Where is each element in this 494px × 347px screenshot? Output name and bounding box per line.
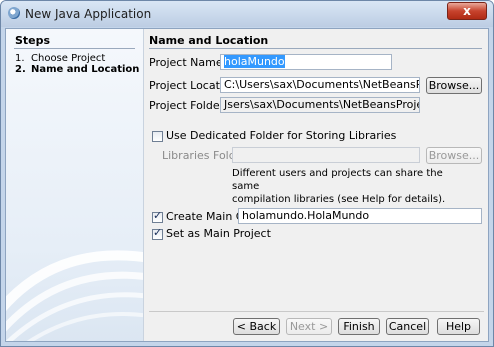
create-main-class-checkbox[interactable] (152, 209, 163, 223)
window-title: New Java Application (25, 7, 152, 21)
browse-location-button[interactable]: Browse... (426, 77, 482, 94)
finish-button[interactable]: Finish (338, 318, 380, 335)
browse-libraries-button[interactable]: Browse... (426, 147, 482, 164)
project-location-field[interactable]: C:\Users\sax\Documents\NetBeansProjects (220, 77, 420, 93)
close-button[interactable]: x (447, 2, 487, 20)
project-name-label: Project Name: (149, 56, 227, 69)
libraries-folder-field[interactable] (232, 147, 420, 163)
step-choose-project: 1. Choose Project (15, 53, 105, 64)
project-folder-label: Project Folder: (149, 99, 228, 112)
main-class-field[interactable]: holamundo.HolaMundo (238, 208, 482, 224)
step-number: 1. (15, 53, 25, 64)
hint-line: compilation libraries (see Help for deta… (232, 194, 446, 205)
step-number: 2. (15, 64, 26, 75)
steps-divider (14, 48, 135, 49)
next-button[interactable]: Next > (286, 318, 332, 335)
set-main-project-checkbox[interactable] (152, 226, 163, 240)
steps-header: Steps (15, 34, 51, 47)
dedicated-folder-label: Use Dedicated Folder for Storing Librari… (166, 129, 397, 142)
libraries-hint: Different users and projects can share t… (232, 167, 452, 206)
decorative-swoosh-graphic (6, 250, 143, 341)
project-name-value: holaMundo (224, 55, 285, 68)
step-label: Name and Location (31, 64, 140, 75)
button-bar-divider (149, 311, 484, 312)
project-name-field[interactable]: holaMundo (220, 54, 392, 70)
step-label: Choose Project (31, 53, 106, 64)
panel-header: Name and Location (149, 34, 269, 47)
set-main-project-label: Set as Main Project (166, 227, 271, 240)
wizard-body: Steps 1. Choose Project 2. Name and Locati… (5, 28, 489, 342)
cancel-button[interactable]: Cancel (386, 318, 429, 335)
netbeans-app-icon (8, 7, 20, 19)
project-folder-field[interactable]: Jsers\sax\Documents\NetBeansProjects\hol… (220, 97, 420, 113)
help-button[interactable]: Help (437, 318, 480, 335)
dedicated-folder-checkbox[interactable] (152, 131, 163, 142)
step-name-and-location: 2. Name and Location (15, 64, 139, 75)
steps-sidebar: Steps 1. Choose Project 2. Name and Locati… (6, 29, 144, 341)
back-button[interactable]: < Back (233, 318, 280, 335)
dialog-window: New Java Application x Steps 1. Choose Pr… (0, 0, 494, 347)
title-bar[interactable]: New Java Application x (1, 1, 493, 27)
panel-divider (149, 48, 482, 49)
hint-line: Different users and projects can share t… (232, 168, 443, 192)
